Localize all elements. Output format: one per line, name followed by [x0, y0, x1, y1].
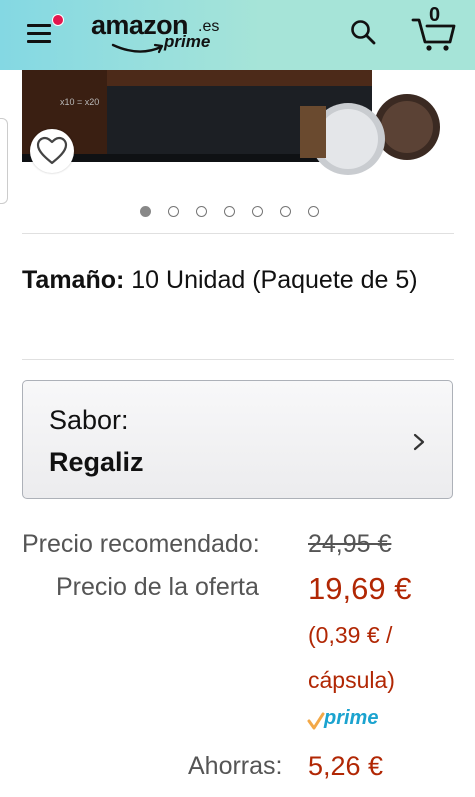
carousel-dot[interactable]: [224, 206, 235, 217]
carousel-dot[interactable]: [252, 206, 263, 217]
flavor-label: Sabor:: [49, 405, 129, 435]
logo-prime-text: prime: [164, 32, 211, 51]
size-info: Tamaño: 10 Unidad (Paquete de 5): [22, 262, 457, 299]
flavor-selector-button[interactable]: Sabor: Regaliz: [22, 380, 453, 499]
section-divider: [22, 359, 454, 360]
package-count-text: x10 = x20: [60, 97, 99, 107]
cart-count-badge: 0: [429, 4, 441, 26]
search-icon[interactable]: [349, 18, 377, 46]
heart-icon: [36, 136, 68, 165]
savings-label: Ahorras:: [188, 752, 283, 780]
carousel-dot[interactable]: [308, 206, 319, 217]
size-label: Tamaño:: [22, 266, 125, 294]
amazon-prime-logo[interactable]: amazon .es prime: [91, 10, 221, 60]
offer-price-value: 19,69 €: [308, 571, 412, 606]
carousel-dot[interactable]: [140, 206, 151, 217]
recommended-price-label: Precio recomendado:: [22, 530, 260, 558]
prime-badge: prime: [306, 707, 390, 733]
section-divider: [22, 233, 454, 234]
logo-smile-icon: [111, 43, 164, 54]
wishlist-heart-button[interactable]: [30, 129, 74, 173]
flavor-value: Regaliz: [49, 447, 144, 477]
carousel-dot[interactable]: [196, 206, 207, 217]
product-image[interactable]: x10 = x20: [0, 50, 475, 190]
unit-price-line1: (0,39 € /: [308, 622, 393, 648]
prime-check-icon: [307, 712, 325, 730]
notification-dot: [52, 14, 64, 26]
size-value: 10 Unidad (Paquete de 5): [131, 266, 418, 294]
prime-label: prime: [324, 707, 379, 729]
offer-price-label: Precio de la oferta: [56, 573, 259, 601]
carousel-dot[interactable]: [280, 206, 291, 217]
unit-price-line2: cápsula): [308, 667, 395, 693]
hamburger-menu-icon[interactable]: [27, 20, 55, 46]
recommended-price-value: 24,95 €: [308, 530, 392, 558]
carousel-dots[interactable]: [140, 206, 336, 217]
chevron-right-icon: [413, 433, 425, 451]
carousel-dot[interactable]: [168, 206, 179, 217]
side-drawer-handle[interactable]: [0, 118, 8, 204]
app-header: amazon .es prime 0: [0, 0, 475, 70]
savings-value: 5,26 €: [308, 751, 384, 781]
